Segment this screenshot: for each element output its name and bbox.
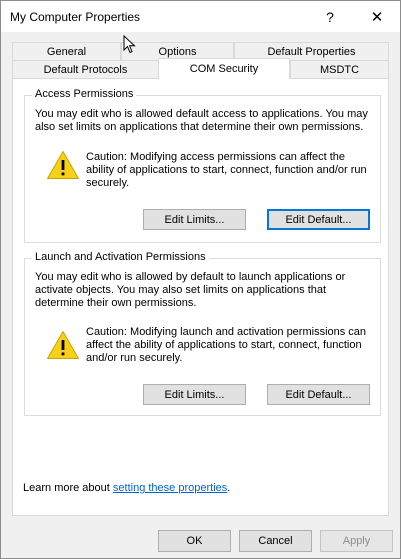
launch-description: You may edit who is allowed by default t… — [35, 271, 346, 309]
tab-com-security[interactable]: COM Security — [158, 58, 290, 79]
close-icon: ✕ — [370, 8, 384, 26]
button-label: Edit Limits... — [164, 388, 225, 401]
tab-label: COM Security — [189, 63, 259, 75]
button-label: Edit Default... — [285, 388, 352, 401]
tab-label: MSDTC — [319, 63, 360, 76]
access-description: You may edit who is allowed default acce… — [35, 108, 368, 133]
launch-caution-text: Caution: Modifying launch and activation… — [86, 326, 367, 364]
button-label: Apply — [342, 535, 371, 547]
learn-more-line: Learn more about setting these propertie… — [23, 482, 230, 494]
access-permissions-group: Access Permissions You may edit who is a… — [24, 88, 381, 243]
launch-edit-default-button[interactable]: Edit Default... — [267, 384, 370, 405]
launch-activation-group: Launch and Activation Permissions You ma… — [24, 251, 381, 416]
button-label: Edit Default... — [285, 213, 352, 226]
button-label: OK — [186, 535, 203, 547]
ok-button[interactable]: OK — [158, 530, 231, 552]
access-caution-text: Caution: Modifying access permissions ca… — [86, 151, 367, 189]
tab-default-protocols[interactable]: Default Protocols — [12, 60, 159, 78]
learn-more-suffix: . — [227, 482, 231, 494]
learn-more-link[interactable]: setting these properties — [113, 482, 227, 494]
tab-label: Options — [158, 45, 197, 58]
tab-general[interactable]: General — [12, 42, 121, 60]
warning-icon — [47, 331, 79, 359]
group-title: Launch and Activation Permissions — [32, 251, 209, 263]
apply-button[interactable]: Apply — [320, 530, 393, 552]
tab-label: General — [46, 45, 87, 58]
cancel-button[interactable]: Cancel — [239, 530, 312, 552]
access-edit-default-button[interactable]: Edit Default... — [267, 209, 370, 230]
warning-icon — [47, 151, 79, 179]
com-security-panel: Access Permissions You may edit who is a… — [12, 78, 389, 516]
window-title: My Computer Properties — [10, 10, 141, 24]
group-title: Access Permissions — [32, 88, 137, 100]
tab-label: Default Properties — [267, 45, 356, 58]
close-button[interactable]: ✕ — [354, 1, 400, 32]
button-label: Cancel — [258, 535, 293, 547]
properties-window: My Computer Properties ? ✕ General Optio… — [0, 0, 401, 559]
access-edit-limits-button[interactable]: Edit Limits... — [143, 209, 246, 230]
title-bar: My Computer Properties ? ✕ — [1, 1, 400, 32]
help-button[interactable]: ? — [307, 1, 353, 32]
button-label: Edit Limits... — [164, 213, 225, 226]
mouse-cursor-icon — [123, 35, 136, 54]
tab-msdtc[interactable]: MSDTC — [290, 60, 389, 78]
tab-label: Default Protocols — [43, 63, 128, 76]
learn-more-prefix: Learn more about — [23, 482, 110, 494]
launch-edit-limits-button[interactable]: Edit Limits... — [143, 384, 246, 405]
help-icon: ? — [326, 8, 334, 25]
